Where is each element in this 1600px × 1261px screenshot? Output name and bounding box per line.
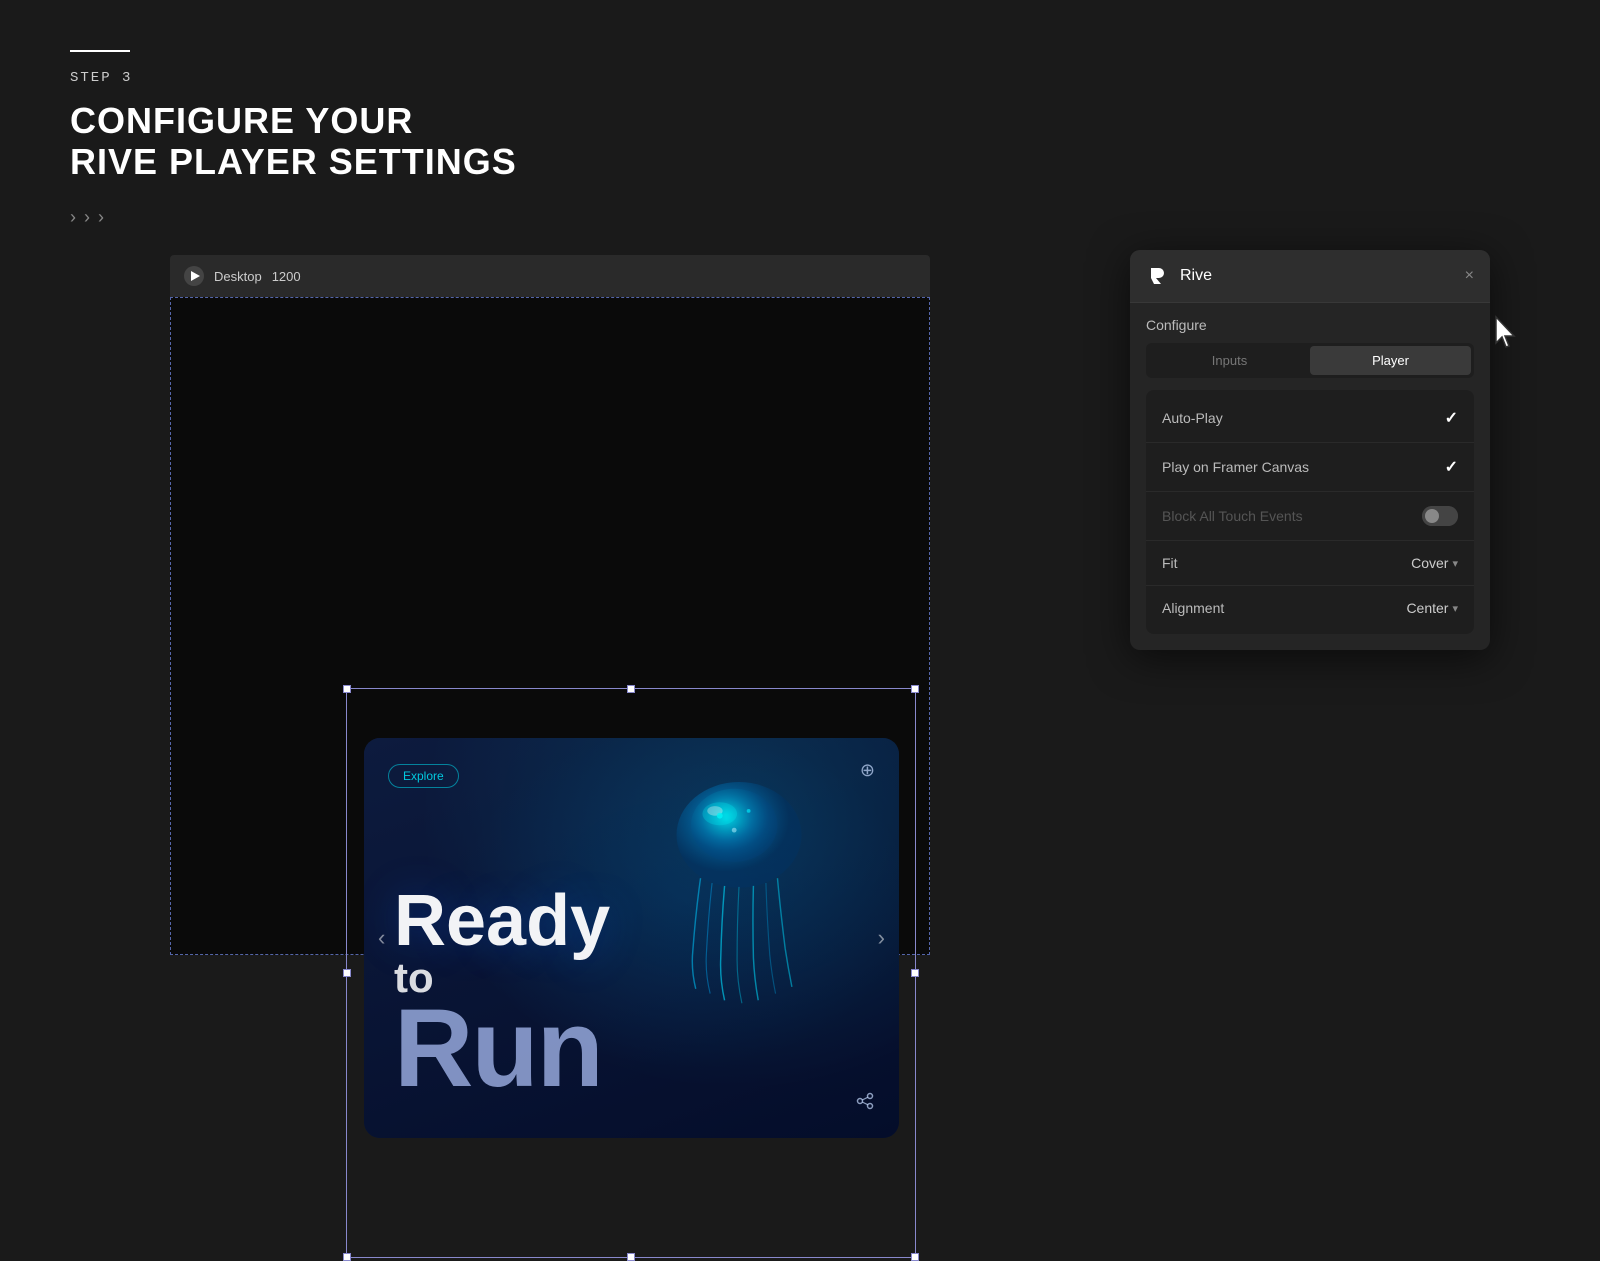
handle-tl[interactable] xyxy=(343,685,351,693)
right-panel: Rive × Configure Inputs Player Auto-Play… xyxy=(1130,250,1490,650)
fit-label: Fit xyxy=(1162,555,1178,571)
panel-title-row: Rive xyxy=(1146,264,1212,288)
handle-br[interactable] xyxy=(911,1253,919,1261)
page-wrapper: STEP 3 CONFIGURE YOUR RIVE PLAYER SETTIN… xyxy=(0,0,1600,1200)
handle-ml[interactable] xyxy=(343,969,351,977)
setting-alignment: Alignment Center ▾ xyxy=(1146,586,1474,630)
play-on-canvas-check[interactable]: ✓ xyxy=(1445,457,1458,477)
handle-tr[interactable] xyxy=(911,685,919,693)
handle-tm[interactable] xyxy=(627,685,635,693)
toolbar-device: Desktop xyxy=(214,269,262,284)
play-icon[interactable] xyxy=(184,266,204,286)
setting-play-on-canvas: Play on Framer Canvas ✓ xyxy=(1146,443,1474,492)
configure-label: Configure xyxy=(1130,303,1490,343)
arrow-2[interactable]: › xyxy=(84,207,90,228)
setting-fit: Fit Cover ▾ xyxy=(1146,541,1474,586)
panel-header: Rive × xyxy=(1130,250,1490,303)
handle-mr[interactable] xyxy=(911,969,919,977)
panel-title: Rive xyxy=(1180,267,1212,285)
rive-logo xyxy=(1146,264,1170,288)
main-title: CONFIGURE YOUR RIVE PLAYER SETTINGS xyxy=(70,100,517,183)
fit-dropdown[interactable]: Cover ▾ xyxy=(1411,555,1458,571)
tab-inputs[interactable]: Inputs xyxy=(1149,346,1310,375)
step-label: STEP 3 xyxy=(70,70,517,86)
title-line1: CONFIGURE YOUR xyxy=(70,100,413,141)
alignment-label: Alignment xyxy=(1162,600,1224,616)
arrow-row: › › › xyxy=(70,207,517,228)
handle-bl[interactable] xyxy=(343,1253,351,1261)
tab-switcher: Inputs Player xyxy=(1146,343,1474,378)
title-line2: RIVE PLAYER SETTINGS xyxy=(70,141,517,182)
toolbar-bar: Desktop 1200 xyxy=(170,255,930,297)
block-touch-label: Block All Touch Events xyxy=(1162,508,1303,524)
play-on-canvas-label: Play on Framer Canvas xyxy=(1162,459,1309,475)
canvas-area: Explore ⊕ Ready to Run ‹ xyxy=(170,297,930,955)
left-content: STEP 3 CONFIGURE YOUR RIVE PLAYER SETTIN… xyxy=(70,50,517,228)
selected-element[interactable] xyxy=(346,688,916,1258)
setting-auto-play: Auto-Play ✓ xyxy=(1146,394,1474,443)
alignment-dropdown-arrow: ▾ xyxy=(1452,602,1458,615)
alignment-dropdown[interactable]: Center ▾ xyxy=(1406,600,1458,616)
tab-player[interactable]: Player xyxy=(1310,346,1471,375)
arrow-3[interactable]: › xyxy=(98,207,104,228)
toolbar-width: 1200 xyxy=(272,269,301,284)
fit-dropdown-arrow: ▾ xyxy=(1452,557,1458,570)
setting-block-touch: Block All Touch Events xyxy=(1146,492,1474,541)
arrow-1[interactable]: › xyxy=(70,207,76,228)
step-line xyxy=(70,50,130,52)
close-button[interactable]: × xyxy=(1465,268,1474,284)
auto-play-label: Auto-Play xyxy=(1162,410,1223,426)
block-touch-toggle[interactable] xyxy=(1422,506,1458,526)
settings-list: Auto-Play ✓ Play on Framer Canvas ✓ Bloc… xyxy=(1146,390,1474,634)
handle-bm[interactable] xyxy=(627,1253,635,1261)
cursor-icon xyxy=(1492,315,1520,356)
auto-play-check[interactable]: ✓ xyxy=(1445,408,1458,428)
